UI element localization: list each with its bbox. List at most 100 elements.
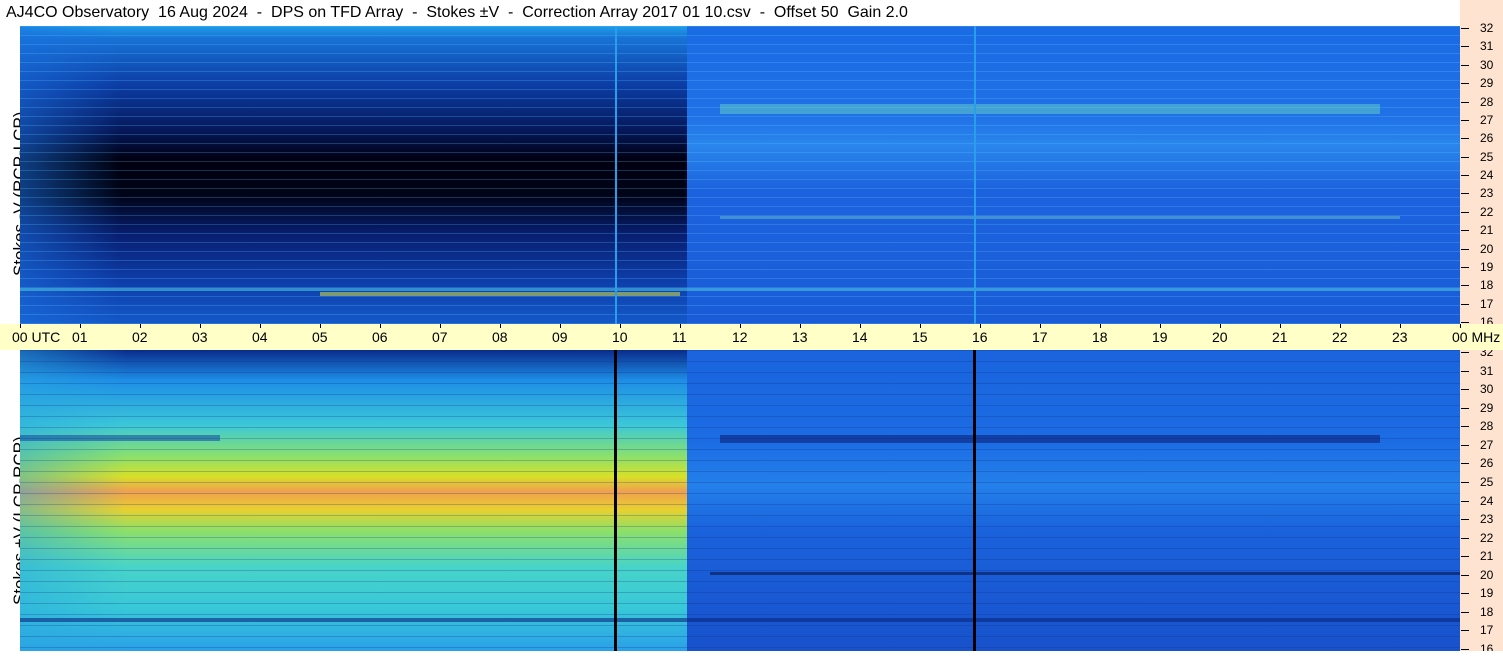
freq-bottom-tick-label: 23 [1480,512,1494,526]
freq-top-tick-mark [1461,83,1469,84]
time-tick-label: 07 [432,329,448,345]
freq-top-tick-mark [1461,65,1469,66]
top-vline-2 [974,26,976,324]
time-tick-label: 10 [612,329,628,345]
time-tick-label: 00 MHz [1452,329,1501,345]
time-tick-label: 22 [1332,329,1348,345]
bottom-panel-label-area: Stokes +V (LCP-RCP) [0,350,29,651]
bottom-margin [0,651,1503,672]
freq-bottom-tick-label: 25 [1480,475,1494,489]
freq-top-tick-label: 22 [1480,205,1494,219]
time-tick-label: 16 [972,329,988,345]
freq-top-tick-mark [1461,230,1469,231]
freq-bottom-tick-label: 24 [1480,494,1494,508]
time-tick-label: 19 [1152,329,1168,345]
time-tick-label: 15 [912,329,928,345]
freq-bottom-tick-label: 22 [1480,531,1494,545]
freq-top-tick-mark [1461,249,1469,250]
freq-bottom-tick-mark [1461,352,1469,353]
freq-top-tick-label: 27 [1480,113,1494,127]
time-tick-label: 06 [372,329,388,345]
freq-top-tick-mark [1461,138,1469,139]
freq-bottom-tick-label: 17 [1480,623,1494,637]
freq-bottom-tick-label: 20 [1480,568,1494,582]
time-tick-label: 01 [72,329,88,345]
freq-top-tick-label: 23 [1480,186,1494,200]
freq-bottom-tick-mark [1461,445,1469,446]
freq-bottom-tick-label: 28 [1480,419,1494,433]
freq-bottom-tick-label: 19 [1480,586,1494,600]
frequency-axis-bottom: 32 31 30 29 28 27 26 25 24 23 22 21 20 19 18 17 16 [1460,346,1503,655]
freq-top-tick-label: 17 [1480,297,1494,311]
bottom-texture [20,350,1460,651]
freq-bottom-tick-label: 30 [1480,382,1494,396]
time-tick-label: 09 [552,329,568,345]
freq-top-tick-mark [1461,267,1469,268]
freq-top-tick-label: 25 [1480,150,1494,164]
freq-top-tick-mark [1461,212,1469,213]
frequency-axis-top: 32 31 30 29 28 27 26 25 24 23 22 21 20 19 18 17 16 [1460,22,1503,328]
time-tick-label: 12 [732,329,748,345]
bottom-vline-2 [973,350,976,651]
freq-top-tick-label: 21 [1480,223,1494,237]
freq-top-tick-mark [1461,285,1469,286]
freq-bottom-tick-mark [1461,575,1469,576]
freq-bottom-tick-label: 27 [1480,438,1494,452]
freq-top-tick-mark [1461,120,1469,121]
spectrogram-bottom [20,350,1460,651]
top-texture [20,26,1460,324]
time-tick-label: 21 [1272,329,1288,345]
freq-top-tick-label: 20 [1480,242,1494,256]
spectrogram-top [20,26,1460,324]
freq-top-tick-label: 29 [1480,76,1494,90]
time-tick-label: 14 [852,329,868,345]
freq-bottom-tick-mark [1461,519,1469,520]
freq-top-tick-mark [1461,157,1469,158]
freq-bottom-tick-label: 21 [1480,549,1494,563]
freq-top-tick-mark [1461,193,1469,194]
freq-bottom-tick-mark [1461,463,1469,464]
freq-bottom-tick-mark [1461,593,1469,594]
freq-bottom-tick-mark [1461,389,1469,390]
bottom-band-left-28 [20,435,220,441]
top-band-22 [720,216,1400,219]
time-tick-label: 03 [192,329,208,345]
freq-bottom-tick-label: 31 [1480,364,1494,378]
time-tick-label: 11 [672,329,687,345]
bottom-band-27 [720,435,1380,443]
freq-top-tick-label: 28 [1480,95,1494,109]
freq-bottom-tick-mark [1461,538,1469,539]
freq-bottom-tick-mark [1461,482,1469,483]
top-band-18 [320,292,680,296]
freq-top-tick-mark [1461,102,1469,103]
top-band-27 [720,104,1380,114]
top-vline-1 [615,26,617,324]
freq-top-tick-label: 26 [1480,131,1494,145]
time-axis: 00 UTC 01 02 03 04 05 06 07 08 09 10 11 12 13 14 15 16 17… [0,324,1503,350]
window-title: AJ4CO Observatory 16 Aug 2024 - DPS on T… [0,0,1460,26]
time-tick-label: 17 [1032,329,1048,345]
freq-bottom-tick-mark [1461,501,1469,502]
freq-bottom-tick-mark [1461,649,1469,650]
spectrogram-top-image [20,26,1460,324]
top-band-17 [20,288,1460,291]
freq-bottom-tick-mark [1461,426,1469,427]
freq-bottom-tick-mark [1461,408,1469,409]
time-tick-label: 08 [492,329,508,345]
time-tick-label: 00 UTC [12,329,61,345]
spectrogram-bottom-image [20,350,1460,651]
freq-bottom-tick-mark [1461,556,1469,557]
freq-top-tick-label: 32 [1480,21,1494,35]
time-tick-label: 05 [312,329,328,345]
freq-top-tick-mark [1461,46,1469,47]
top-panel-label-area: Stokes -V (RCP-LCP) [0,26,29,324]
freq-bottom-tick-label: 26 [1480,456,1494,470]
freq-top-tick-mark [1461,28,1469,29]
time-tick-label: 02 [132,329,148,345]
time-tick-label: 23 [1392,329,1408,345]
freq-top-tick-label: 19 [1480,260,1494,274]
time-tick-label: 18 [1092,329,1108,345]
freq-bottom-tick-label: 29 [1480,401,1494,415]
bottom-band-20 [710,572,1460,575]
freq-top-tick-mark [1461,175,1469,176]
